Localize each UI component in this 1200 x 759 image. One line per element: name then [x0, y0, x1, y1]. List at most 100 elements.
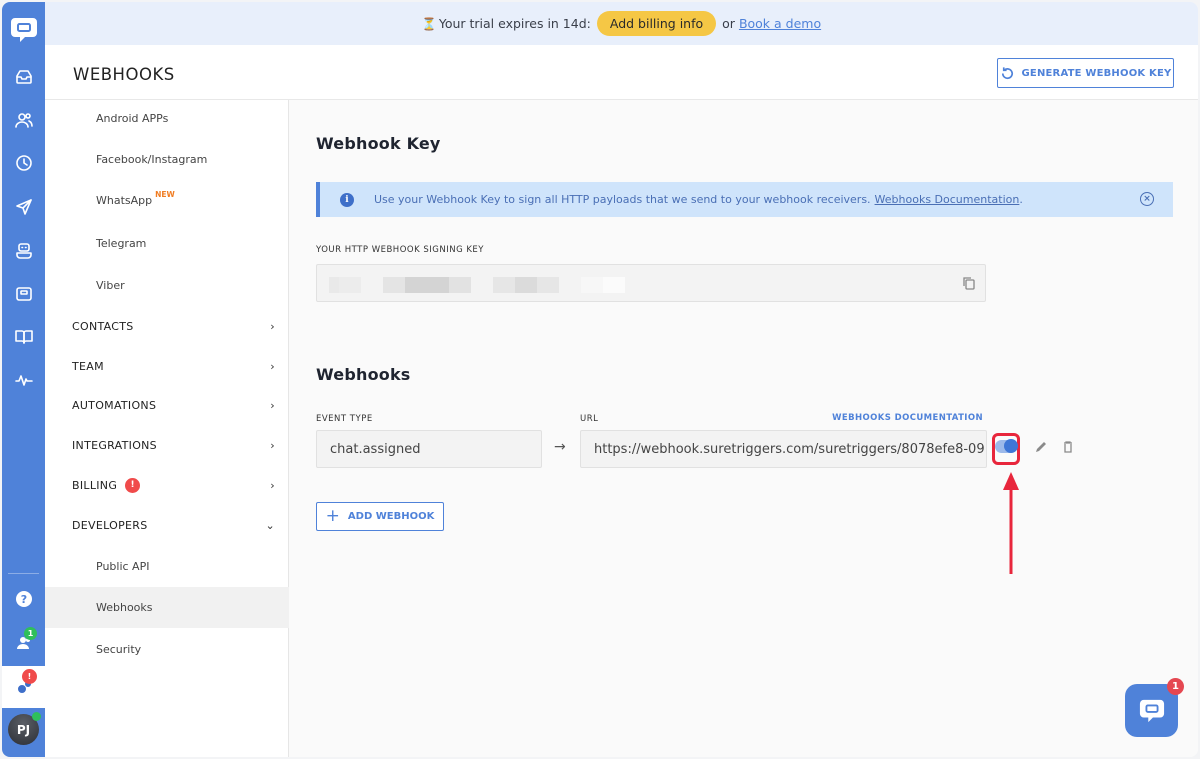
- billing-alert-badge: !: [125, 477, 141, 493]
- nav-item-label: Telegram: [96, 237, 147, 250]
- redacted-key: [449, 277, 471, 293]
- activity-icon[interactable]: [2, 362, 45, 398]
- event-type-value: chat.assigned: [330, 441, 421, 457]
- chevron-right-icon: ›: [270, 319, 275, 333]
- close-icon[interactable]: ×: [1140, 192, 1154, 206]
- knowledge-book-icon[interactable]: [2, 319, 45, 355]
- chevron-down-icon: ⌄: [265, 518, 275, 532]
- signing-key-label: YOUR HTTP WEBHOOK SIGNING KEY: [316, 245, 484, 255]
- add-webhook-button[interactable]: + ADD WEBHOOK: [316, 502, 444, 531]
- webhook-enabled-toggle[interactable]: [995, 439, 1018, 453]
- info-alert: i Use your Webhook Key to sign all HTTP …: [316, 182, 1173, 217]
- nav-section-automations[interactable]: AUTOMATIONS ›: [45, 387, 289, 423]
- chevron-right-icon: ›: [270, 398, 275, 412]
- redacted-key: [537, 277, 559, 293]
- nav-item-label: WhatsApp: [96, 194, 153, 207]
- help-icon[interactable]: ?: [2, 581, 45, 617]
- redacted-key: [405, 277, 449, 293]
- webhooks-documentation-link-header[interactable]: WEBHOOKS DOCUMENTATION: [832, 413, 983, 423]
- redacted-key: [603, 277, 625, 293]
- plus-icon: +: [325, 506, 340, 526]
- rail-divider: [8, 573, 39, 574]
- chevron-right-icon: ›: [270, 438, 275, 452]
- inbox-card-icon[interactable]: [2, 276, 45, 312]
- red-arrow-annotation: [1003, 472, 1019, 574]
- nav-item-webhooks[interactable]: Webhooks: [45, 587, 289, 628]
- url-field[interactable]: https://webhook.suretriggers.com/suretri…: [580, 430, 987, 468]
- nav-item-security[interactable]: Security: [45, 629, 289, 670]
- trial-text: Your trial expires in 14d:: [438, 16, 591, 31]
- nav-item-facebook-instagram[interactable]: Facebook/Instagram: [45, 139, 289, 180]
- edit-pencil-icon[interactable]: [1034, 440, 1048, 454]
- nav-section-developers[interactable]: DEVELOPERS ⌄: [45, 507, 289, 543]
- delete-trash-icon[interactable]: [1061, 440, 1075, 454]
- app-window: ? 1 ! PJ ⏳ Your trial expires in 14d: Ad…: [2, 2, 1198, 757]
- webhooks-documentation-link[interactable]: Webhooks Documentation: [875, 193, 1020, 206]
- toggle-knob: [1004, 439, 1018, 453]
- webhooks-title: Webhooks: [316, 365, 411, 384]
- nav-item-label: Android APPs: [96, 112, 169, 125]
- hourglass-icon: ⏳: [421, 16, 437, 31]
- nav-section-billing[interactable]: BILLING ! ›: [45, 467, 289, 503]
- chat-unread-badge: 1: [1167, 678, 1184, 695]
- nav-section-contacts[interactable]: CONTACTS ›: [45, 308, 289, 344]
- nav-section-integrations[interactable]: INTEGRATIONS ›: [45, 427, 289, 463]
- trial-banner: ⏳ Your trial expires in 14d: Add billing…: [45, 2, 1198, 45]
- send-icon[interactable]: [2, 189, 45, 225]
- nav-section-label: TEAM: [72, 359, 104, 373]
- book-demo-link[interactable]: Book a demo: [739, 16, 821, 31]
- bot-icon[interactable]: [2, 233, 45, 269]
- online-status-dot: [32, 712, 41, 721]
- event-type-field[interactable]: chat.assigned: [316, 430, 542, 468]
- webhook-key-title: Webhook Key: [316, 134, 441, 153]
- team-icon[interactable]: 1: [2, 624, 45, 660]
- page-header: WEBHOOKS GENERATE WEBHOOK KEY: [45, 45, 1198, 100]
- add-webhook-label: ADD WEBHOOK: [347, 511, 435, 522]
- settings-gear-icon[interactable]: !: [2, 666, 45, 708]
- left-rail: ? 1 ! PJ: [2, 2, 45, 757]
- svg-text:?: ?: [20, 593, 26, 606]
- nav-item-telegram[interactable]: Telegram: [45, 223, 289, 264]
- chat-widget-button[interactable]: 1: [1125, 678, 1184, 737]
- settings-nav: Android APPs Facebook/Instagram WhatsApp…: [45, 100, 289, 757]
- add-billing-info-button[interactable]: Add billing info: [596, 11, 717, 36]
- generate-webhook-key-button[interactable]: GENERATE WEBHOOK KEY: [997, 58, 1174, 88]
- nav-section-label: INTEGRATIONS: [72, 438, 157, 452]
- redacted-key: [339, 277, 361, 293]
- history-clock-icon[interactable]: [2, 145, 45, 181]
- or-text: or: [722, 16, 735, 31]
- chat-logo-icon[interactable]: [2, 10, 45, 50]
- nav-item-label: Webhooks: [96, 601, 153, 614]
- nav-item-android-apps[interactable]: Android APPs: [45, 98, 289, 139]
- settings-badge: !: [22, 669, 37, 684]
- redacted-key: [493, 277, 515, 293]
- info-period: .: [1019, 193, 1023, 206]
- event-type-label: EVENT TYPE: [316, 414, 373, 424]
- contacts-icon[interactable]: [2, 102, 45, 138]
- avatar-initials: PJ: [16, 722, 31, 737]
- refresh-icon: [1001, 66, 1013, 79]
- nav-section-team[interactable]: TEAM ›: [45, 348, 289, 384]
- nav-item-label: Viber: [96, 279, 125, 292]
- signing-key-field[interactable]: [316, 264, 986, 302]
- nav-item-label: Facebook/Instagram: [96, 153, 208, 166]
- nav-item-public-api[interactable]: Public API: [45, 546, 289, 587]
- url-value: https://webhook.suretriggers.com/suretri…: [594, 441, 985, 457]
- nav-item-whatsapp[interactable]: WhatsApp NEW: [45, 180, 289, 221]
- team-badge: 1: [24, 627, 37, 640]
- info-text: Use your Webhook Key to sign all HTTP pa…: [374, 193, 871, 206]
- nav-item-viber[interactable]: Viber: [45, 265, 289, 306]
- url-label: URL: [580, 414, 599, 424]
- user-avatar[interactable]: PJ: [8, 712, 41, 745]
- nav-section-label: DEVELOPERS: [72, 518, 148, 532]
- info-icon: i: [340, 192, 354, 207]
- redacted-key: [383, 277, 405, 293]
- nav-item-label: Public API: [96, 560, 150, 573]
- inbox-icon[interactable]: [2, 59, 45, 95]
- chevron-right-icon: ›: [270, 359, 275, 373]
- nav-section-label: CONTACTS: [72, 319, 134, 333]
- redacted-key: [581, 277, 603, 293]
- copy-icon[interactable]: [962, 276, 976, 290]
- new-tag: NEW: [155, 190, 175, 199]
- redacted-key: [329, 277, 339, 293]
